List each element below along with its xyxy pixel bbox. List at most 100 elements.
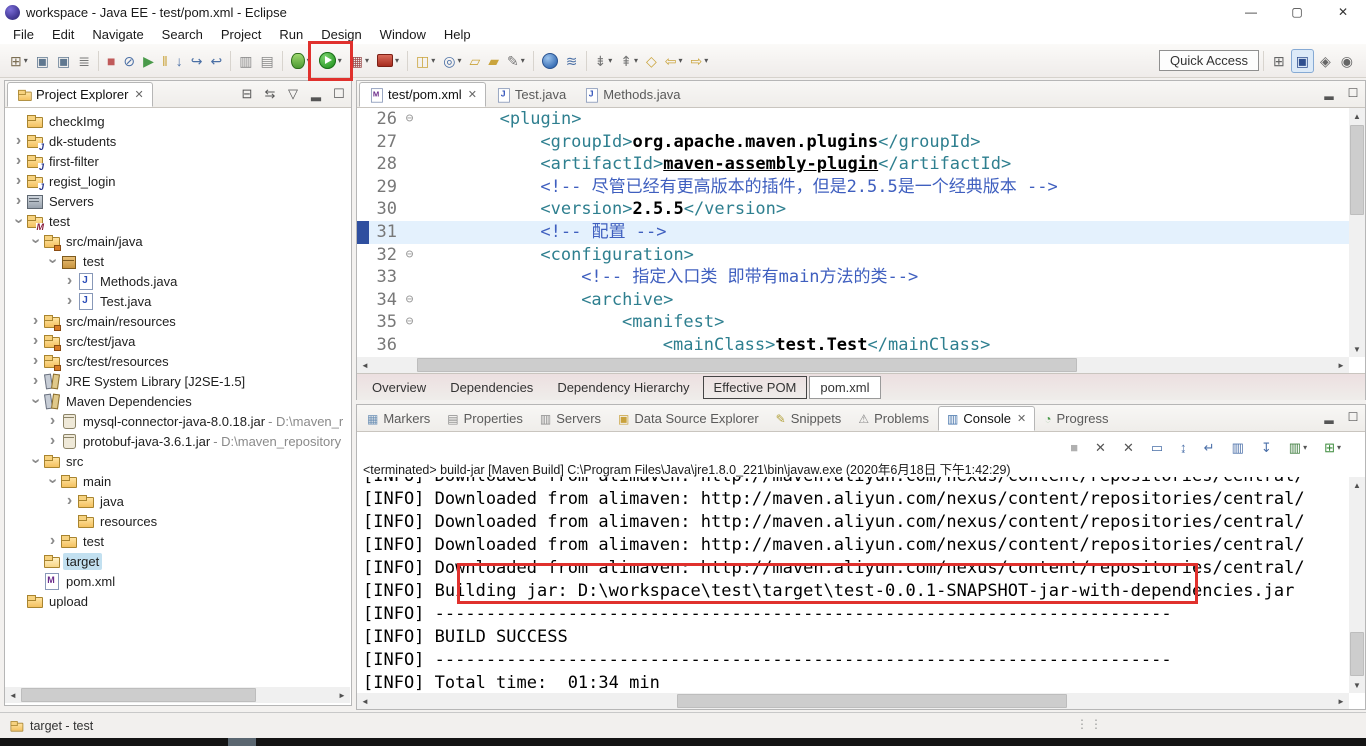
- tree-item-upload[interactable]: upload: [5, 591, 350, 611]
- code-line-34[interactable]: 34⊖<archive>: [357, 289, 1349, 312]
- fold-collapse-icon[interactable]: ⊖: [401, 311, 418, 334]
- run-jetty-button[interactable]: ≋: [563, 49, 581, 73]
- minimize-button[interactable]: —: [1228, 0, 1274, 24]
- code-line-36[interactable]: 36<mainClass>test.Test</mainClass>: [357, 334, 1349, 357]
- word-wrap-button[interactable]: ↵: [1201, 435, 1218, 459]
- skip-all-breakpoints-button[interactable]: ⊘: [120, 49, 138, 73]
- collapse-chevron-icon[interactable]: ›: [45, 254, 61, 269]
- expand-chevron-icon[interactable]: ›: [45, 413, 60, 429]
- scroll-left-icon[interactable]: ◄: [5, 687, 21, 703]
- tree-item-target[interactable]: target: [5, 551, 350, 571]
- forward-button[interactable]: ⇨▾: [688, 49, 712, 73]
- expand-chevron-icon[interactable]: ›: [28, 313, 43, 329]
- save-all-button[interactable]: ▣: [54, 49, 73, 73]
- tab-methods-java[interactable]: Methods.java: [575, 82, 688, 107]
- code-line-28[interactable]: 28<artifactId>maven-assembly-plugin</art…: [357, 153, 1349, 176]
- minimize-icon[interactable]: ▂: [308, 86, 324, 102]
- tree-item-resources[interactable]: resources: [5, 511, 350, 531]
- perspective-debug-button[interactable]: ◈: [1316, 49, 1335, 73]
- line-number[interactable]: 27: [369, 131, 401, 154]
- collapse-chevron-icon[interactable]: ›: [28, 454, 44, 469]
- step-into-button[interactable]: ↓: [173, 49, 186, 73]
- last-edit-location-button[interactable]: ◇: [643, 49, 660, 73]
- tree-item-test[interactable]: ›test: [5, 251, 350, 271]
- scroll-left-icon[interactable]: ◄: [357, 693, 373, 709]
- collapse-all-icon[interactable]: ⊟: [239, 86, 255, 102]
- maximize-icon[interactable]: ☐: [331, 86, 347, 102]
- print-button[interactable]: ≣: [75, 49, 93, 73]
- line-number[interactable]: 29: [369, 176, 401, 199]
- external-tools-button[interactable]: ▾: [374, 49, 402, 73]
- code-editor[interactable]: 26⊖<plugin>27<groupId>org.apache.maven.p…: [357, 108, 1349, 357]
- scrollbar-thumb[interactable]: [417, 358, 1077, 372]
- tab-properties[interactable]: ▤Properties: [439, 406, 531, 431]
- open-perspective-button[interactable]: ⊞: [1269, 49, 1289, 73]
- tab-console[interactable]: ▥Console✕: [938, 406, 1035, 431]
- import-files-button[interactable]: ▰: [485, 49, 502, 73]
- remove-launch-button[interactable]: ✕: [1092, 435, 1109, 459]
- quick-access-button[interactable]: Quick Access: [1159, 50, 1259, 71]
- maximize-icon[interactable]: ☐: [1345, 86, 1361, 100]
- fold-collapse-icon[interactable]: ⊖: [401, 289, 418, 312]
- code-line-35[interactable]: 35⊖<manifest>: [357, 311, 1349, 334]
- back-button[interactable]: ⇦▾: [662, 49, 686, 73]
- line-number[interactable]: 36: [369, 334, 401, 357]
- code-line-31[interactable]: 31<!-- 配置 -->: [357, 221, 1349, 244]
- resume-button[interactable]: ▶: [140, 49, 157, 73]
- editor-vscrollbar[interactable]: ▲ ▼: [1349, 108, 1365, 357]
- pom-tab-dependency-hierarchy[interactable]: Dependency Hierarchy: [546, 376, 700, 399]
- line-number[interactable]: 31: [369, 221, 401, 244]
- menu-item-file[interactable]: File: [4, 25, 43, 44]
- perspective-java-button[interactable]: ◉: [1337, 49, 1357, 73]
- expand-chevron-icon[interactable]: ›: [45, 433, 60, 449]
- previous-annotation-button[interactable]: ⇞▾: [617, 49, 641, 73]
- tree-item-src[interactable]: ›src: [5, 451, 350, 471]
- tree-item-protobuf-java-3-6-1-jar[interactable]: ›protobuf-java-3.6.1.jar - D:\maven_repo…: [5, 431, 350, 451]
- line-number[interactable]: 26: [369, 108, 401, 131]
- step-return-button[interactable]: ↩: [207, 49, 225, 73]
- expand-chevron-icon[interactable]: ›: [28, 373, 43, 389]
- perspective-javaee-button[interactable]: ▣: [1291, 49, 1314, 73]
- tree-item-src-main-resources[interactable]: ›src/main/resources: [5, 311, 350, 331]
- code-line-29[interactable]: 29<!-- 尽管已经有更高版本的插件，但是2.5.5是一个经典版本 -->: [357, 176, 1349, 199]
- fold-collapse-icon[interactable]: ⊖: [401, 244, 418, 267]
- expand-chevron-icon[interactable]: ›: [62, 493, 77, 509]
- close-tab-icon[interactable]: ✕: [468, 88, 477, 101]
- scrollbar-thumb[interactable]: [677, 694, 1067, 708]
- menu-item-search[interactable]: Search: [153, 25, 212, 44]
- collapse-chevron-icon[interactable]: ›: [11, 214, 27, 229]
- expand-chevron-icon[interactable]: ›: [45, 533, 60, 549]
- scrollbar-thumb[interactable]: [1350, 125, 1364, 215]
- expand-chevron-icon[interactable]: ›: [28, 353, 43, 369]
- tree-item-test-java[interactable]: ›Test.java: [5, 291, 350, 311]
- code-line-32[interactable]: 32⊖<configuration>: [357, 244, 1349, 267]
- pom-tab-pom-xml[interactable]: pom.xml: [809, 376, 880, 399]
- collapse-chevron-icon[interactable]: ›: [45, 474, 61, 489]
- scroll-down-icon[interactable]: ▼: [1349, 677, 1365, 693]
- collapse-chevron-icon[interactable]: ›: [28, 394, 44, 409]
- tree-item-regist-login[interactable]: ›Jregist_login: [5, 171, 350, 191]
- remove-all-terminated-button[interactable]: ✕: [1120, 435, 1137, 459]
- console-hscrollbar[interactable]: ◄ ►: [357, 693, 1349, 709]
- tree-item-checkimg[interactable]: checkImg: [5, 111, 350, 131]
- terminate-button[interactable]: ■: [104, 49, 118, 73]
- tree-item-test[interactable]: ›Mtest: [5, 211, 350, 231]
- annotate-button[interactable]: ✎▾: [504, 49, 528, 73]
- explorer-hscrollbar[interactable]: ◄ ►: [5, 687, 350, 703]
- fold-collapse-icon[interactable]: ⊖: [401, 108, 418, 131]
- show-console-on-output-button[interactable]: ▥: [1229, 435, 1247, 459]
- scroll-down-icon[interactable]: ▼: [1349, 341, 1365, 357]
- tree-item-main[interactable]: ›main: [5, 471, 350, 491]
- tree-item-pom-xml[interactable]: pom.xml: [5, 571, 350, 591]
- expand-chevron-icon[interactable]: ›: [11, 153, 26, 169]
- line-number[interactable]: 28: [369, 153, 401, 176]
- tab-test-java[interactable]: Test.java: [487, 82, 574, 107]
- tree-item-mysql-connector-java-8-0-18-jar[interactable]: ›mysql-connector-java-8.0.18.jar - D:\ma…: [5, 411, 350, 431]
- line-number[interactable]: 34: [369, 289, 401, 312]
- close-tab-icon[interactable]: ✕: [1017, 412, 1026, 425]
- view-menu-icon[interactable]: ▽: [285, 86, 301, 102]
- coverage-button[interactable]: ▦▾: [347, 49, 372, 73]
- terminate-button[interactable]: ■: [1067, 435, 1081, 459]
- suspend-button[interactable]: ‖: [159, 49, 171, 73]
- expand-chevron-icon[interactable]: ›: [62, 293, 77, 309]
